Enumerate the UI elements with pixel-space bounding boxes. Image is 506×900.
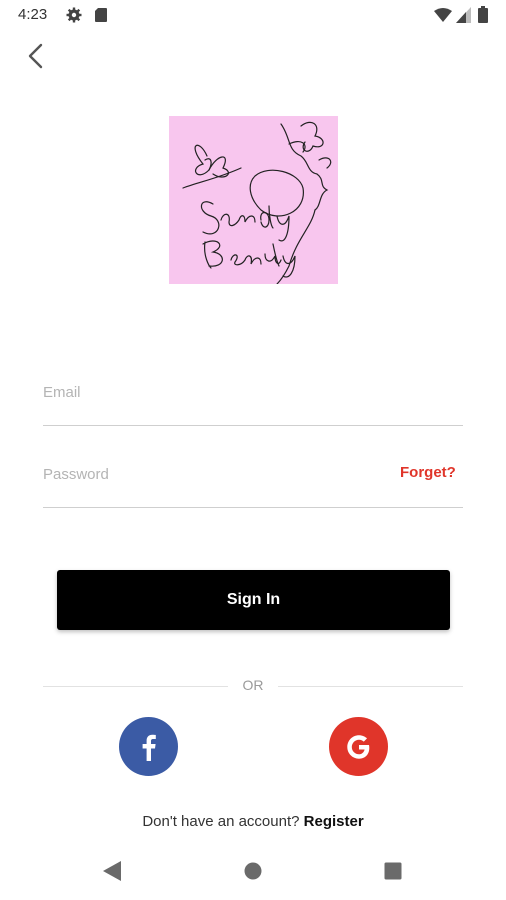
facebook-icon bbox=[142, 734, 156, 761]
nav-home-icon[interactable] bbox=[244, 862, 262, 880]
back-chevron-icon[interactable] bbox=[22, 40, 52, 72]
password-field[interactable] bbox=[43, 452, 383, 496]
status-bar: 4:23 bbox=[0, 0, 506, 30]
nav-back-icon[interactable] bbox=[102, 860, 122, 882]
battery-icon bbox=[478, 6, 488, 23]
or-label: OR bbox=[242, 677, 264, 693]
forget-password-link[interactable]: Forget? bbox=[400, 464, 456, 481]
nav-recents-icon[interactable] bbox=[384, 862, 402, 880]
register-prompt: Don't have an account? bbox=[142, 813, 300, 830]
wifi-icon bbox=[434, 8, 452, 22]
divider-right bbox=[278, 686, 463, 687]
email-underline bbox=[43, 425, 463, 426]
status-time: 4:23 bbox=[18, 6, 48, 23]
google-login-button[interactable] bbox=[329, 717, 388, 776]
logo bbox=[169, 116, 338, 285]
email-field[interactable] bbox=[43, 370, 463, 414]
password-underline bbox=[43, 507, 463, 508]
signal-icon bbox=[456, 7, 471, 23]
logo-artwork bbox=[182, 121, 332, 285]
sd-card-icon bbox=[95, 8, 107, 22]
register-row: Don't have an account? Register bbox=[0, 813, 506, 830]
divider-left bbox=[43, 686, 228, 687]
sign-in-button[interactable]: Sign In bbox=[57, 570, 450, 630]
facebook-login-button[interactable] bbox=[119, 717, 178, 776]
register-link[interactable]: Register bbox=[304, 813, 364, 830]
google-icon bbox=[346, 734, 369, 759]
sign-in-label: Sign In bbox=[226, 591, 281, 608]
gear-icon bbox=[66, 7, 82, 23]
